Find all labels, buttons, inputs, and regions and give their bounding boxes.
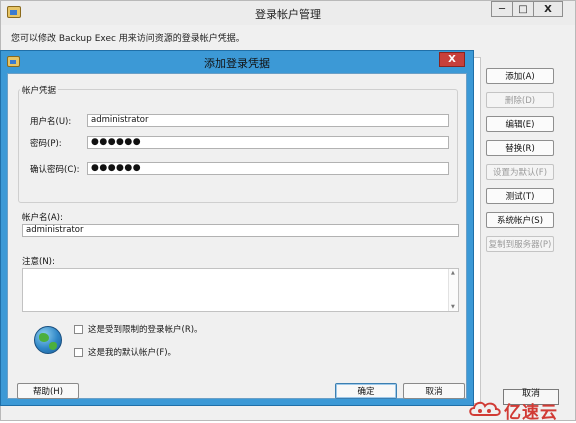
notes-label: 注意(N): xyxy=(22,257,55,267)
notes-textarea[interactable]: ▲ ▼ xyxy=(22,268,459,312)
restricted-account-label: 这是受到限制的登录帐户(R)。 xyxy=(88,325,203,335)
window-description: 您可以修改 Backup Exec 用来访问资源的登录帐户凭据。 xyxy=(11,34,245,44)
delete-button[interactable]: 删除(D) xyxy=(486,92,554,108)
scroll-up-icon[interactable]: ▲ xyxy=(451,270,455,276)
watermark-text: 亿速云 xyxy=(504,403,558,423)
notes-scrollbar[interactable]: ▲ ▼ xyxy=(448,269,458,311)
ok-button[interactable]: 确定 xyxy=(335,383,397,399)
add-credentials-dialog: 添加登录凭据 X 帐户凭据 用户名(U): administrator 密码(P… xyxy=(0,50,474,406)
default-account-checkbox-row[interactable]: 这是我的默认帐户(F)。 xyxy=(74,346,176,358)
username-label: 用户名(U): xyxy=(30,117,72,127)
scroll-down-icon[interactable]: ▼ xyxy=(451,304,455,310)
window-titlebar: 登录帐户管理 ─ □ X xyxy=(1,1,575,25)
restricted-account-checkbox[interactable] xyxy=(74,324,83,334)
default-account-label: 这是我的默认帐户(F)。 xyxy=(88,348,177,358)
replace-button[interactable]: 替换(R) xyxy=(486,140,554,156)
help-button[interactable]: 帮助(H) xyxy=(17,383,79,399)
window-close-button[interactable]: X xyxy=(533,1,563,17)
system-account-button[interactable]: 系统帐户(S) xyxy=(486,212,554,228)
default-account-checkbox[interactable] xyxy=(74,347,83,357)
globe-icon xyxy=(34,326,62,354)
edit-button[interactable]: 编辑(E) xyxy=(486,116,554,132)
username-input[interactable]: administrator xyxy=(87,114,449,127)
confirm-password-input[interactable]: ●●●●●● xyxy=(87,162,449,175)
window-title: 登录帐户管理 xyxy=(255,8,321,21)
test-button[interactable]: 测试(T) xyxy=(486,188,554,204)
copy-to-server-button[interactable]: 复制到服务器(P) xyxy=(486,236,554,252)
password-label: 密码(P): xyxy=(30,139,62,149)
set-default-button[interactable]: 设置为默认(F) xyxy=(486,164,554,180)
dialog-titlebar[interactable]: 添加登录凭据 X xyxy=(1,51,473,73)
cloud-logo-icon xyxy=(469,401,501,416)
cancel-button[interactable]: 取消 xyxy=(403,383,465,399)
window-controls: ─ □ X xyxy=(491,1,563,17)
dialog-title: 添加登录凭据 xyxy=(204,57,270,70)
dialog-close-button[interactable]: X xyxy=(439,52,465,67)
add-button[interactable]: 添加(A) xyxy=(486,68,554,84)
confirm-password-label: 确认密码(C): xyxy=(30,165,80,175)
dialog-body: 帐户凭据 用户名(U): administrator 密码(P): ●●●●●●… xyxy=(7,73,467,399)
watermark-logo: 亿速云 xyxy=(466,396,576,423)
account-name-input[interactable]: administrator xyxy=(22,224,459,237)
password-input[interactable]: ●●●●●● xyxy=(87,136,449,149)
restricted-account-checkbox-row[interactable]: 这是受到限制的登录帐户(R)。 xyxy=(74,323,203,335)
minimize-button[interactable]: ─ xyxy=(491,1,513,17)
maximize-button[interactable]: □ xyxy=(512,1,534,17)
credentials-group-legend: 帐户凭据 xyxy=(20,84,59,96)
account-name-label: 帐户名(A): xyxy=(22,213,63,223)
